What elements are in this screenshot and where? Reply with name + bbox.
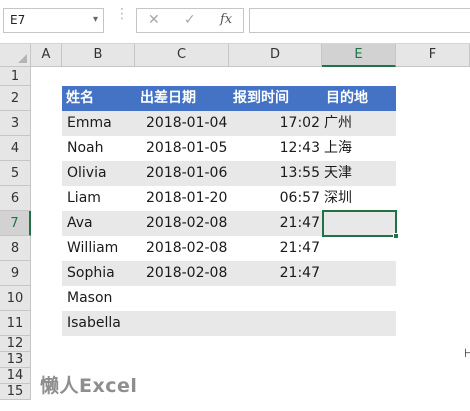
header-name[interactable]: 姓名 (66, 86, 94, 111)
cell-date[interactable]: 2018-02-08 (146, 236, 227, 261)
cell-date[interactable]: 2018-02-08 (146, 211, 227, 236)
watermark-logo: 懒人Excel (40, 375, 138, 397)
select-all-corner[interactable] (0, 44, 31, 67)
cell-name[interactable]: Olivia (67, 161, 107, 186)
cell-time[interactable]: 06:57 (229, 186, 320, 211)
formula-buttons: ✕ ✓ fx (136, 8, 244, 33)
column-header-d[interactable]: D (229, 44, 322, 67)
cell-name[interactable]: Emma (67, 111, 112, 136)
cell-destination[interactable]: 广州 (324, 111, 352, 136)
chevron-down-icon[interactable]: ▾ (93, 14, 98, 25)
cell-name[interactable]: Noah (67, 136, 104, 161)
row-header-2[interactable]: 2 (0, 86, 31, 111)
cell-time[interactable]: 21:47 (229, 236, 320, 261)
row-header-12[interactable]: 12 (0, 336, 31, 352)
cell-date[interactable]: 2018-01-05 (146, 136, 227, 161)
row-header-11[interactable]: 11 (0, 311, 31, 336)
cursor-icon: ⊢ (464, 346, 470, 360)
cell-name[interactable]: William (67, 236, 118, 261)
cell-time[interactable]: 21:47 (229, 261, 320, 286)
cell-name[interactable]: Sophia (67, 261, 115, 286)
header-trip-date[interactable]: 出差日期 (140, 86, 196, 111)
row-header-3[interactable]: 3 (0, 111, 31, 136)
cell-destination[interactable]: 上海 (324, 136, 352, 161)
column-header-e[interactable]: E (322, 44, 396, 67)
cell-date[interactable]: 2018-01-04 (146, 111, 227, 136)
cell-name[interactable]: Ava (67, 211, 93, 236)
cell-name[interactable]: Mason (67, 286, 112, 311)
cell-time[interactable]: 13:55 (229, 161, 320, 186)
insert-function-icon[interactable]: fx (220, 12, 232, 27)
row-header-15[interactable]: 15 (0, 384, 31, 400)
cell-date[interactable]: 2018-01-20 (146, 186, 227, 211)
row-header-7[interactable]: 7 (0, 211, 31, 236)
row-header-13[interactable]: 13 (0, 352, 31, 368)
row-header-4[interactable]: 4 (0, 136, 31, 161)
header-report-time[interactable]: 报到时间 (233, 86, 289, 111)
cell-destination[interactable]: 深圳 (324, 186, 352, 211)
cancel-icon[interactable]: ✕ (148, 12, 160, 28)
cell-destination[interactable]: 天津 (324, 161, 352, 186)
cell-name[interactable]: Liam (67, 186, 101, 211)
cell-date[interactable]: 2018-01-06 (146, 161, 227, 186)
row-header-14[interactable]: 14 (0, 368, 31, 384)
fill-handle[interactable] (393, 233, 399, 239)
check-icon[interactable]: ✓ (184, 12, 196, 28)
cell-date[interactable]: 2018-02-08 (146, 261, 227, 286)
active-cell-e7[interactable] (322, 210, 397, 237)
column-header-f[interactable]: F (396, 44, 470, 67)
column-header-c[interactable]: C (135, 44, 229, 67)
row-header-10[interactable]: 10 (0, 286, 31, 311)
header-destination[interactable]: 目的地 (326, 86, 368, 111)
column-header-b[interactable]: B (62, 44, 135, 67)
cell-time[interactable]: 17:02 (229, 111, 320, 136)
row-header-6[interactable]: 6 (0, 186, 31, 211)
cell-name[interactable]: Isabella (67, 311, 121, 336)
row-header-9[interactable]: 9 (0, 261, 31, 286)
cell-time[interactable]: 21:47 (229, 211, 320, 236)
formula-bar: E7 ▾ ⋮ ✕ ✓ fx (0, 0, 470, 44)
row-header-5[interactable]: 5 (0, 161, 31, 186)
column-header-a[interactable]: A (31, 44, 62, 67)
formula-input[interactable] (249, 8, 470, 33)
cell-time[interactable]: 12:43 (229, 136, 320, 161)
row-header-1[interactable]: 1 (0, 67, 31, 86)
name-box-value: E7 (10, 13, 26, 27)
drag-handle-icon[interactable]: ⋮ (115, 7, 129, 21)
row-header-8[interactable]: 8 (0, 236, 31, 261)
name-box[interactable]: E7 ▾ (3, 8, 104, 33)
spreadsheet-grid[interactable]: A B C D E F 1 2 3 4 5 6 7 8 9 10 11 12 1… (0, 44, 470, 411)
